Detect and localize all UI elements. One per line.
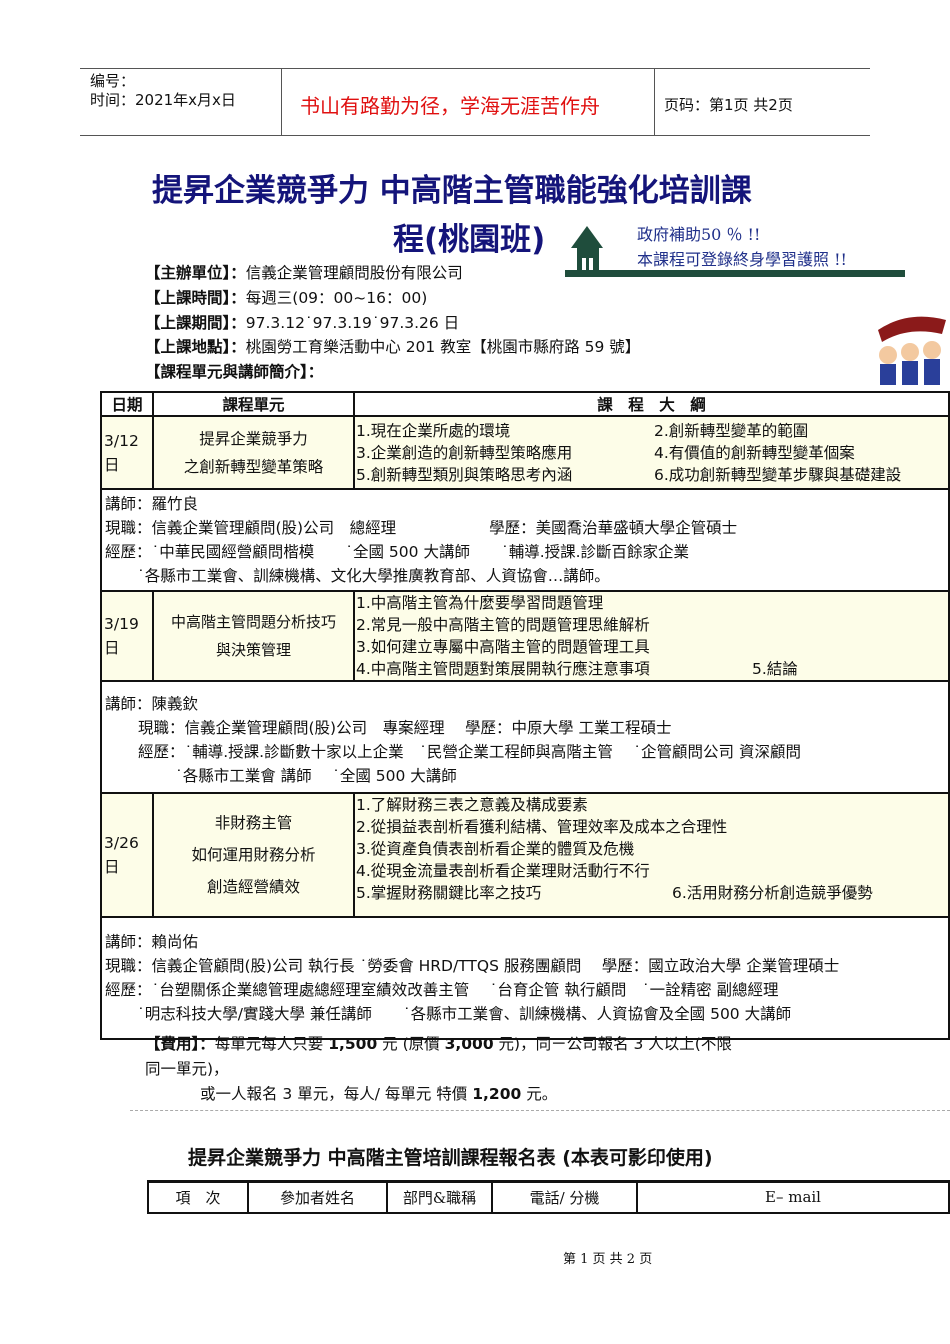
slogan: 书山有路勤为径，学海无涯苦作舟 xyxy=(300,94,600,118)
cut-line xyxy=(130,1110,950,1111)
fee-line1: 【費用】：每單元每人只要 1,500 元 (原價 3,000 元)，同ㄧ公司報名… xyxy=(145,1035,732,1053)
course-unit: 非財務主管 如何運用財務分析 創造經營績效 xyxy=(152,792,355,918)
info-organizer: 【主辦單位】：信義企業管理顧問股份有限公司 xyxy=(145,264,463,282)
course-outline: 1.現在企業所處的環境 2.創新轉型變革的範圍 3.企業創造的創新轉型策略應用 4.… xyxy=(353,415,950,490)
doc-time-label: 时间：2021年x月x日 xyxy=(90,91,236,109)
course-table: 日期 課程單元課 程 大 綱 3/12 日 提昇企業競爭力 之創新轉型變革策略 1.… xyxy=(100,391,950,1040)
page-indicator: 页码：第1页 共2页 xyxy=(664,96,793,114)
instructor-row: 講師：羅竹良 現職：信義企業管理顧問(股)公司 總經理 學歷：美國喬治華盛頓大學企… xyxy=(100,488,950,592)
course-unit: 中高階主管問題分析技巧 與決策管理 xyxy=(152,590,355,682)
course-date: 3/26 日 xyxy=(100,792,154,918)
course-date: 3/19 日 xyxy=(100,590,154,682)
instructor-row: 講師：賴尚佑 現職：信義企管顧問(股)公司 執行長 ˙勞委會 HRD/TTQS 服… xyxy=(100,916,950,1040)
col-header-unit: 課程單元 xyxy=(152,391,355,417)
header-top-rule xyxy=(80,68,870,69)
form-title: 提昇企業競爭力 中高階主管培訓課程報名表 (本表可影印使用) xyxy=(188,1147,713,1169)
banner-line2: 本課程可登錄終身學習護照 !! xyxy=(637,250,847,269)
info-location: 【上課地點】：桃園勞工育樂活動中心 201 教室【桃園市縣府路 59 號】 xyxy=(145,338,641,356)
info-period: 【上課期間】：97.3.12˙97.3.19˙97.3.26 日 xyxy=(145,314,460,332)
form-header-item: 項 次 xyxy=(147,1180,249,1214)
course-unit: 提昇企業競爭力 之創新轉型變革策略 xyxy=(152,415,355,490)
info-section-heading: 【課程單元與講師簡介】： xyxy=(145,363,324,381)
subsidy-banner: 政府補助50 ％ !! 本課程可登錄終身學習護照 !! xyxy=(565,220,905,278)
course-row: 3/12 日 提昇企業競爭力 之創新轉型變革策略 1.現在企業所處的環境 2.創新轉… xyxy=(100,415,950,490)
course-date: 3/12 日 xyxy=(100,415,154,490)
header-bottom-rule xyxy=(80,135,870,136)
course-outline: 1.中高階主管為什麼要學習問題管理 2.常見一般中高階主管的問題管理思維解析 3… xyxy=(353,590,950,682)
banner-line1: 政府補助50 ％ !! xyxy=(637,225,761,244)
info-time: 【上課時間】：每週三(09：00~16：00) xyxy=(145,289,428,307)
form-header-dept: 部門&職稱 xyxy=(386,1180,493,1214)
course-outline: 1.了解財務三表之意義及構成要素 2.從損益表剖析看獲利結構、管理效率及成本之合… xyxy=(353,792,950,918)
fee-line3: 或一人報名 3 單元，每人/ 每單元 特價 1,200 元。 xyxy=(200,1085,558,1103)
fee-line2: 同一單元)， xyxy=(145,1060,229,1078)
course-row: 3/26 日 非財務主管 如何運用財務分析 創造經營績效 1.了解財務三表之意義及構… xyxy=(100,792,950,918)
form-header-name: 參加者姓名 xyxy=(247,1180,388,1214)
form-header-phone: 電話/ 分機 xyxy=(491,1180,638,1214)
course-row: 3/19 日 中高階主管問題分析技巧 與決策管理 1.中高階主管為什麼要學習問題管… xyxy=(100,590,950,682)
header-divider xyxy=(654,68,655,135)
col-header-outline: 課 程 大 綱 xyxy=(353,391,950,417)
page-title-line2: 程(桃園班) xyxy=(393,222,546,258)
header-divider xyxy=(281,68,282,135)
doc-number-label: 编号： xyxy=(90,72,136,90)
page-title-line1: 提昇企業競爭力 中高階主管職能強化培訓課 xyxy=(152,173,752,209)
registration-form-table: 項 次 參加者姓名 部門&職稱 電話/ 分機 E– mail xyxy=(147,1180,950,1214)
graduates-illustration xyxy=(868,300,950,385)
footer-page-number: 第 1 页 共 2 页 xyxy=(563,1252,653,1267)
instructor-row: 講師：陳義欽 現職：信義企業管理顧問(股)公司 專案經理 學歷：中原大學 工業工程… xyxy=(100,680,950,794)
col-header-date: 日期 xyxy=(100,391,154,417)
form-header-email: E– mail xyxy=(636,1180,950,1214)
